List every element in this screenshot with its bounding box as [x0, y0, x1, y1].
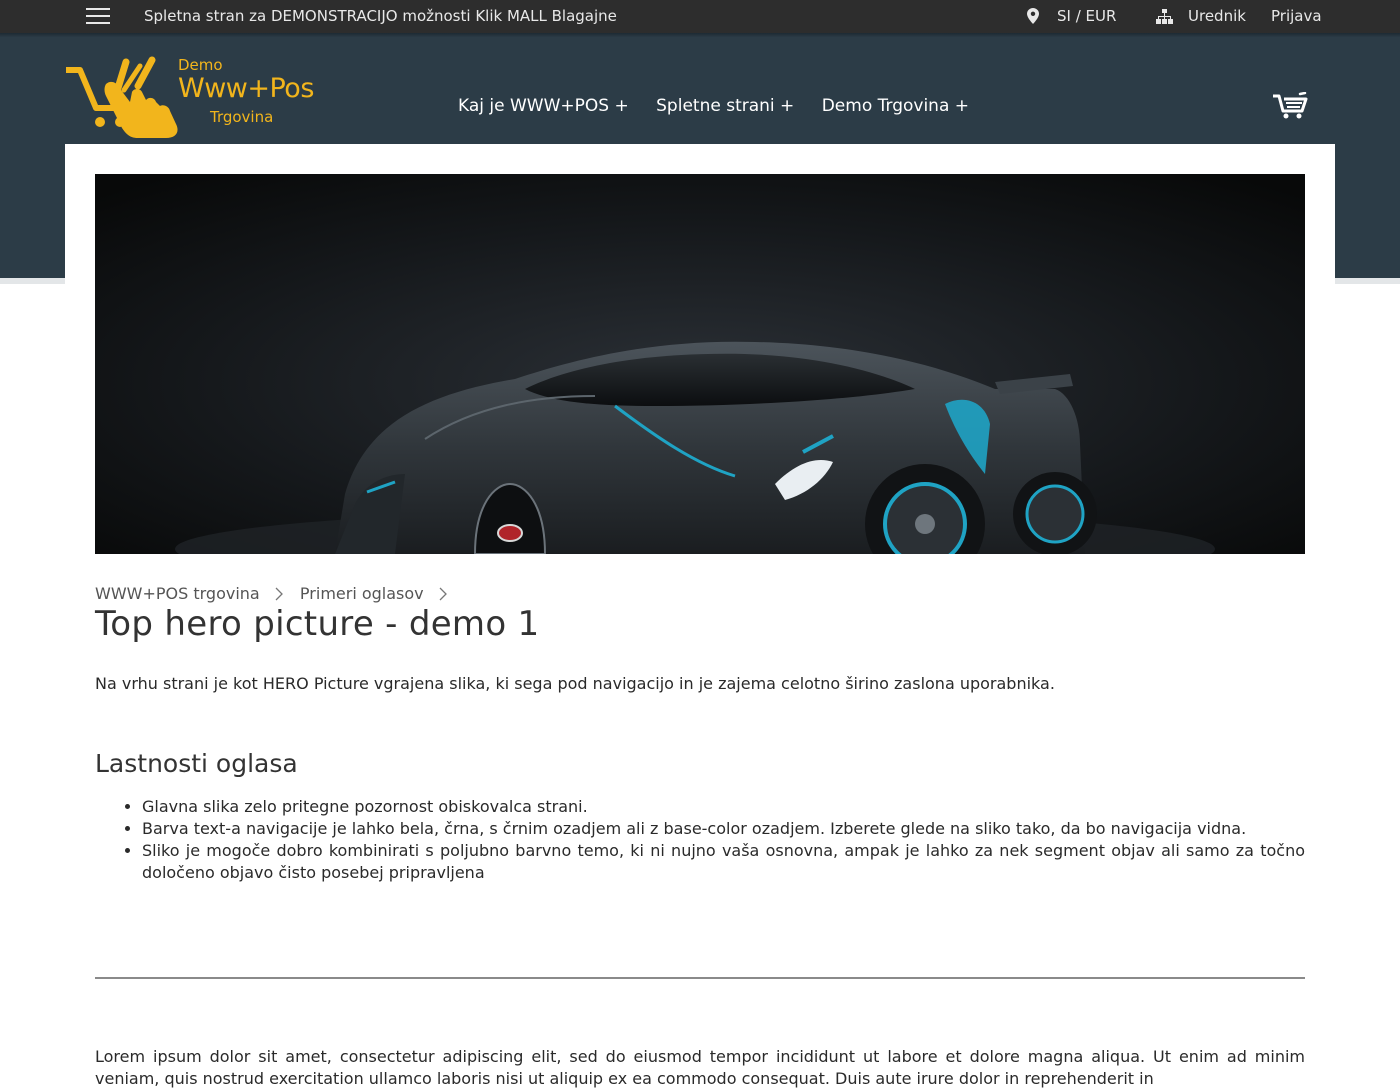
list-item: Glavna slika zelo pritegne pozornost obi…	[142, 796, 1305, 818]
section-title: Lastnosti oglasa	[95, 749, 298, 778]
logo-sub-text: Trgovina	[210, 108, 274, 126]
features-list: Glavna slika zelo pritegne pozornost obi…	[95, 796, 1305, 884]
chevron-right-icon	[275, 587, 283, 601]
sports-car-image	[95, 174, 1305, 554]
logo-demo-text: Demo	[178, 56, 223, 74]
locale-selector[interactable]: SI / EUR	[1057, 7, 1116, 25]
site-logo[interactable]: Demo Www+Pos Trgovina	[66, 56, 316, 138]
hamburger-menu-icon[interactable]	[86, 8, 112, 24]
nav-item-kaj-je-wwwpos[interactable]: Kaj je WWW+POS +	[458, 96, 629, 116]
logo-main-text: Www+Pos	[178, 73, 314, 104]
divider	[95, 977, 1305, 979]
top-bar: Spletna stran za DEMONSTRACIJO možnosti …	[0, 0, 1400, 33]
hero-picture	[95, 174, 1305, 554]
site-tagline: Spletna stran za DEMONSTRACIJO možnosti …	[144, 7, 617, 25]
nav-item-spletne-strani[interactable]: Spletne strani +	[656, 96, 794, 116]
pos-hand-cart-icon	[66, 56, 178, 138]
content-panel: WWW+POS trgovina Primeri oglasov Top her…	[65, 144, 1335, 1088]
sitemap-icon	[1156, 9, 1173, 24]
breadcrumb-item-home[interactable]: WWW+POS trgovina	[95, 584, 260, 603]
nav-item-demo-trgovina[interactable]: Demo Trgovina +	[822, 96, 969, 116]
shopping-cart-icon[interactable]	[1272, 92, 1308, 120]
intro-paragraph: Na vrhu strani je kot HERO Picture vgraj…	[95, 674, 1055, 693]
login-link[interactable]: Prijava	[1271, 7, 1322, 25]
main-navigation: Kaj je WWW+POS + Spletne strani + Demo T…	[458, 96, 991, 116]
list-item: Sliko je mogoče dobro kombinirati s polj…	[142, 840, 1305, 884]
editor-link[interactable]: Urednik	[1188, 7, 1246, 25]
breadcrumb-item-primeri-oglasov[interactable]: Primeri oglasov	[300, 584, 424, 603]
map-pin-icon	[1027, 8, 1039, 24]
breadcrumb: WWW+POS trgovina Primeri oglasov	[95, 584, 459, 603]
list-item: Barva text-a navigacije je lahko bela, č…	[142, 818, 1305, 840]
chevron-right-icon	[439, 587, 447, 601]
page-title: Top hero picture - demo 1	[95, 604, 540, 644]
lorem-paragraph: Lorem ipsum dolor sit amet, consectetur …	[95, 1047, 1305, 1088]
